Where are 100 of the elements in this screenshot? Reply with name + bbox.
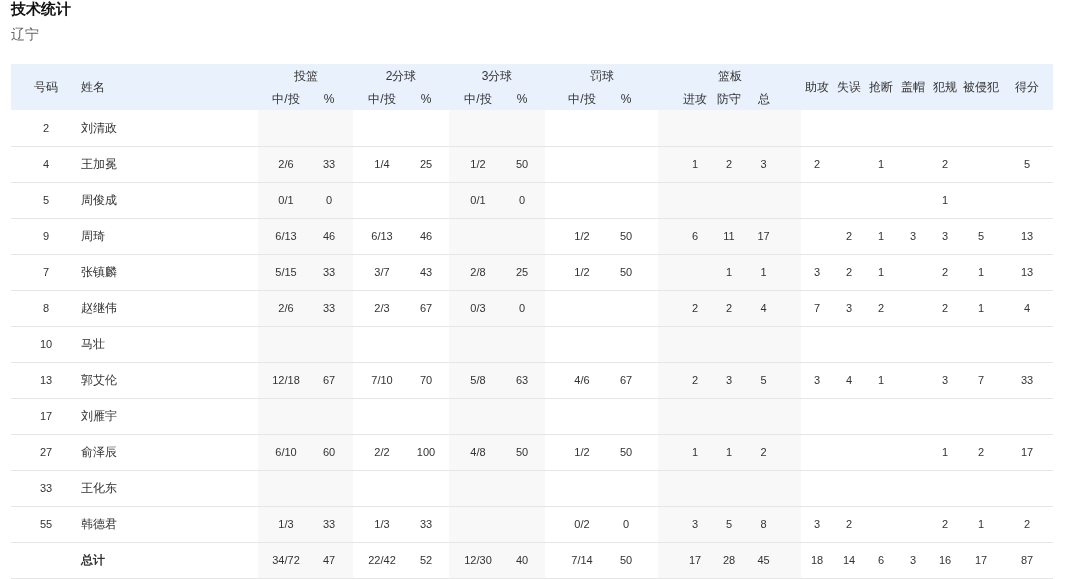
table-cell: 1 — [865, 362, 897, 398]
player-number: 33 — [11, 470, 81, 506]
table-cell: 14 — [833, 542, 865, 578]
table-cell: 13 — [1001, 218, 1053, 254]
column-header: 姓名 — [81, 64, 258, 110]
table-cell: 50 — [507, 146, 545, 182]
player-number: 13 — [11, 362, 81, 398]
table-cell: 4 — [833, 362, 865, 398]
table-cell: 3 — [746, 146, 801, 182]
table-cell: 12/30 — [449, 542, 507, 578]
table-cell: 1 — [712, 434, 746, 470]
table-cell: 3 — [801, 254, 833, 290]
table-cell: 0 — [507, 182, 545, 218]
table-cell: 3 — [897, 218, 929, 254]
table-cell: 2 — [929, 254, 961, 290]
table-cell: 63 — [507, 362, 545, 398]
table-cell: 4 — [1001, 290, 1053, 326]
table-cell: 33 — [314, 506, 353, 542]
table-cell: 2 — [833, 506, 865, 542]
table-cell: 5/8 — [449, 362, 507, 398]
table-cell: 2 — [961, 434, 1001, 470]
column-header: 中/投 — [258, 87, 314, 110]
table-cell: 28 — [712, 542, 746, 578]
table-cell: 17 — [961, 542, 1001, 578]
table-cell: 13 — [1001, 254, 1053, 290]
table-cell: 17 — [746, 218, 801, 254]
table-cell: 2/3 — [353, 290, 411, 326]
table-cell: 2/8 — [449, 254, 507, 290]
column-header: 盖帽 — [897, 64, 929, 110]
table-cell: 7/14 — [545, 542, 613, 578]
table-cell: 2 — [658, 290, 712, 326]
table-cell: 6/10 — [258, 434, 314, 470]
table-cell: 6/13 — [258, 218, 314, 254]
table-cell: 2 — [833, 218, 865, 254]
column-header: 得分 — [1001, 64, 1053, 110]
player-number: 7 — [11, 254, 81, 290]
table-cell: 3 — [712, 362, 746, 398]
table-cell: 1/2 — [449, 146, 507, 182]
table-cell: 2 — [712, 290, 746, 326]
table-cell: 5 — [1001, 146, 1053, 182]
column-group-header: 3分球 — [449, 64, 545, 87]
table-cell: 1/3 — [353, 506, 411, 542]
table-cell: 3 — [801, 506, 833, 542]
table-cell: 2/6 — [258, 290, 314, 326]
table-cell: 3 — [929, 362, 961, 398]
table-cell: 2/2 — [353, 434, 411, 470]
table-cell: 87 — [1001, 542, 1053, 578]
column-header: % — [411, 87, 449, 110]
column-header: 抢断 — [865, 64, 897, 110]
table-cell: 2 — [929, 506, 961, 542]
column-header: % — [314, 87, 353, 110]
table-cell: 12/18 — [258, 362, 314, 398]
column-header: % — [613, 87, 658, 110]
column-header: 号码 — [11, 64, 81, 110]
table-cell: 40 — [507, 542, 545, 578]
table-cell: 7 — [961, 362, 1001, 398]
table-cell: 7/10 — [353, 362, 411, 398]
player-number: 10 — [11, 326, 81, 362]
column-header: 助攻 — [801, 64, 833, 110]
table-cell: 3 — [833, 290, 865, 326]
column-group-header: 投篮 — [258, 64, 353, 87]
table-cell: 2 — [1001, 506, 1053, 542]
table-cell: 2 — [712, 146, 746, 182]
column-header: 中/投 — [545, 87, 613, 110]
table-cell: 5 — [712, 506, 746, 542]
table-cell: 45 — [746, 542, 801, 578]
table-cell: 46 — [314, 218, 353, 254]
table-cell: 1 — [865, 146, 897, 182]
table-cell: 1/2 — [545, 218, 613, 254]
table-cell: 18 — [801, 542, 833, 578]
column-header: % — [507, 87, 545, 110]
player-number: 8 — [11, 290, 81, 326]
player-number: 27 — [11, 434, 81, 470]
table-cell: 16 — [929, 542, 961, 578]
table-cell: 0/1 — [449, 182, 507, 218]
table-cell: 2 — [658, 362, 712, 398]
table-cell: 1 — [658, 146, 712, 182]
table-cell: 1 — [712, 254, 746, 290]
column-header: 防守 — [712, 87, 746, 110]
column-header: 犯规 — [929, 64, 961, 110]
table-cell: 0/2 — [545, 506, 613, 542]
player-number: 17 — [11, 398, 81, 434]
column-header: 总 — [746, 87, 801, 110]
table-cell: 1 — [658, 434, 712, 470]
table-cell: 34/72 — [258, 542, 314, 578]
table-cell: 33 — [1001, 362, 1053, 398]
column-header: 被侵犯 — [961, 64, 1001, 110]
table-cell: 4 — [746, 290, 801, 326]
column-header: 进攻 — [658, 87, 712, 110]
table-cell: 4/8 — [449, 434, 507, 470]
table-cell: 1/3 — [258, 506, 314, 542]
table-cell: 4/6 — [545, 362, 613, 398]
table-cell: 3/7 — [353, 254, 411, 290]
team-name: 辽宁 — [11, 25, 39, 44]
table-cell: 1 — [865, 218, 897, 254]
player-number: 9 — [11, 218, 81, 254]
player-number: 5 — [11, 182, 81, 218]
column-header: 失误 — [833, 64, 865, 110]
table-cell: 7 — [801, 290, 833, 326]
table-cell: 2 — [833, 254, 865, 290]
